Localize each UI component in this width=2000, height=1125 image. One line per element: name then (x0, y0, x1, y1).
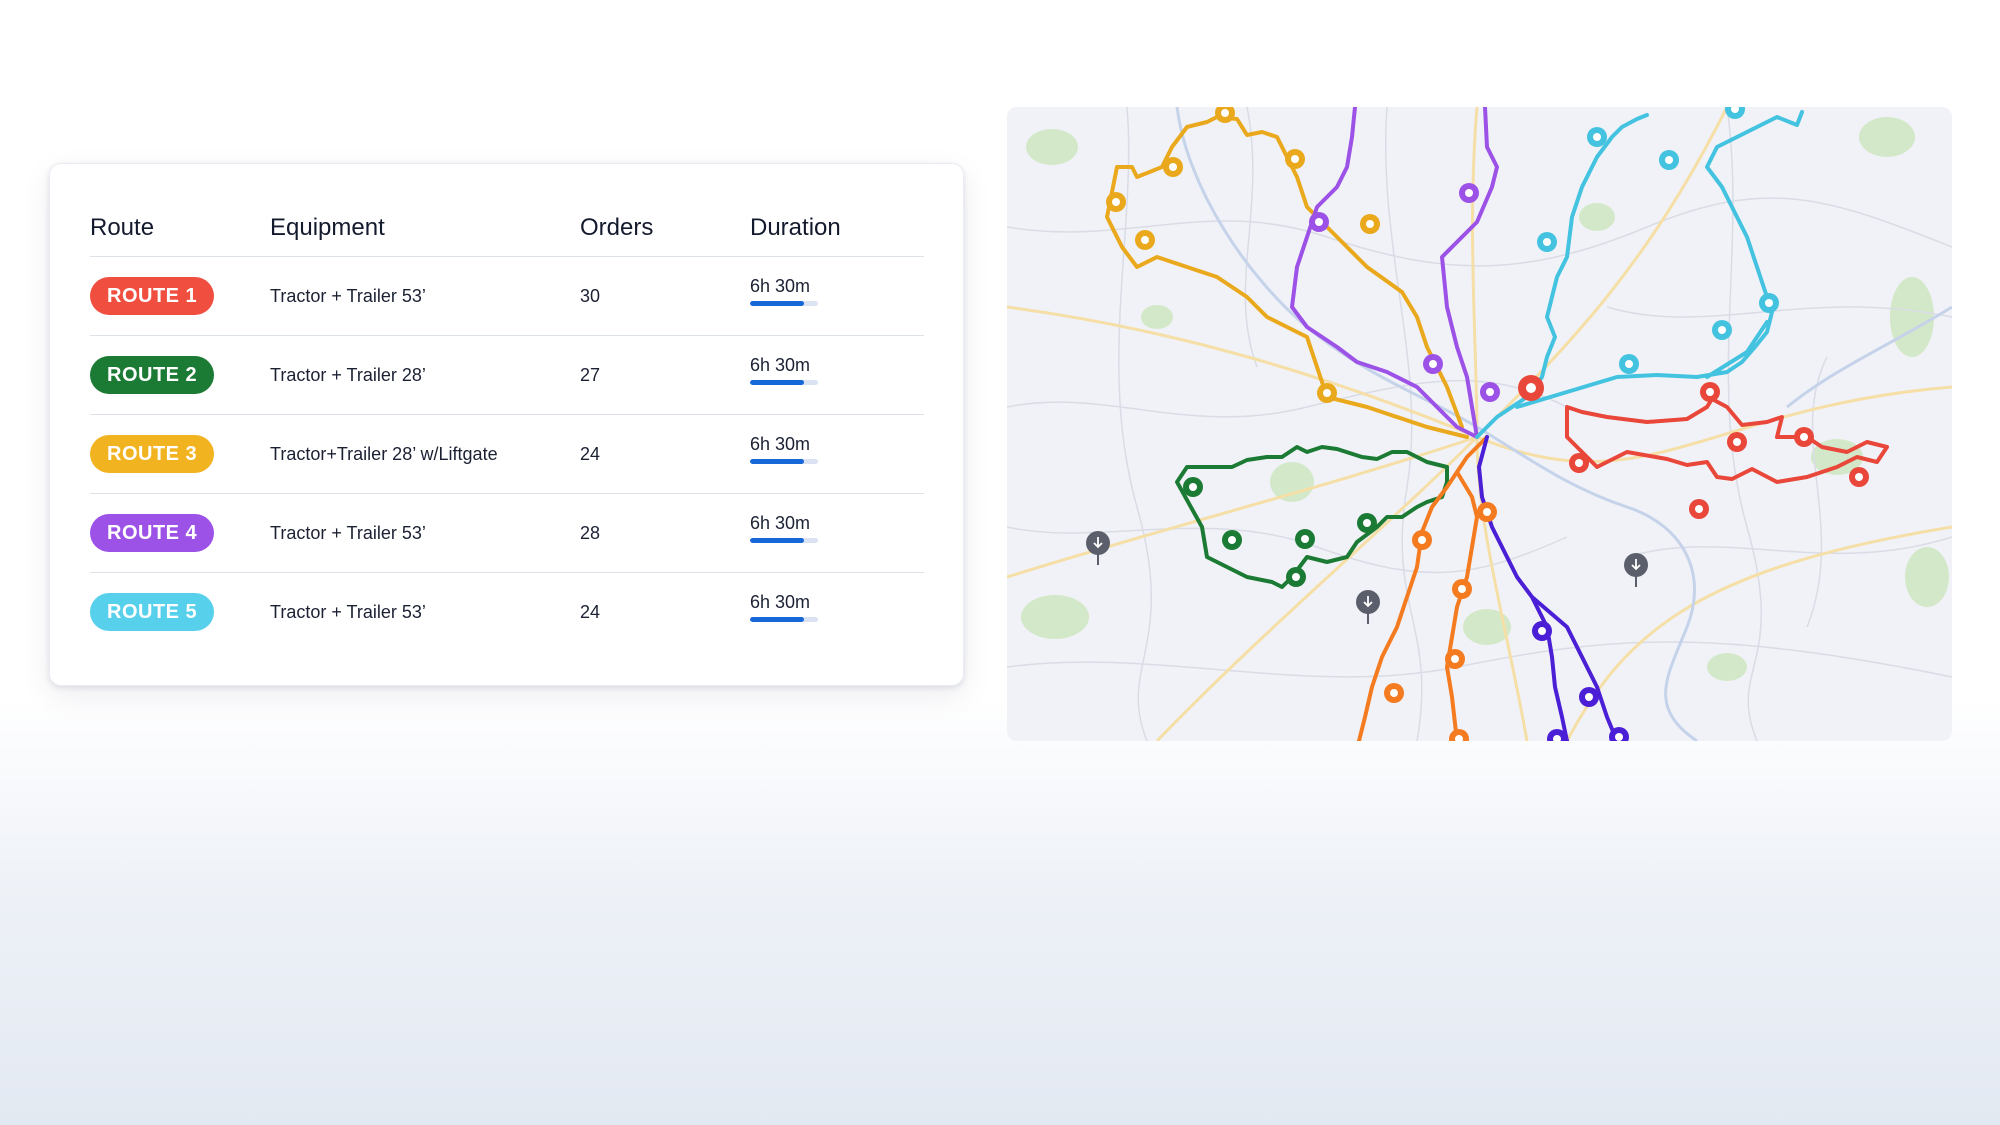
route-badge[interactable]: ROUTE 5 (90, 593, 215, 631)
route-badge[interactable]: ROUTE 3 (90, 435, 215, 473)
duration-bar-fill (750, 616, 805, 622)
orders-cell: 27 (580, 364, 601, 385)
duration-bar-fill (750, 300, 805, 306)
duration-bar (750, 537, 818, 543)
equipment-cell: Tractor+Trailer 28’ w/Liftgate (270, 443, 498, 464)
duration-bar-fill (750, 537, 805, 543)
route-badge[interactable]: ROUTE 4 (90, 514, 215, 552)
header-equipment: Equipment (270, 214, 385, 241)
equipment-cell: Tractor + Trailer 53’ (270, 601, 426, 622)
table-row[interactable]: ROUTE 1 Tractor + Trailer 53’ 30 6h 30m (90, 257, 924, 336)
duration-text: 6h 30m (750, 354, 811, 375)
duration-text: 6h 30m (750, 275, 811, 296)
duration-bar (750, 300, 818, 306)
duration-text: 6h 30m (750, 433, 811, 454)
header-route: Route (90, 214, 155, 241)
duration-bar (750, 458, 818, 464)
route-map-canvas[interactable] (1007, 107, 1952, 741)
route-badge[interactable]: ROUTE 2 (90, 356, 215, 394)
orders-cell: 30 (580, 285, 601, 306)
duration-bar (750, 379, 818, 385)
equipment-cell: Tractor + Trailer 53’ (270, 522, 426, 543)
duration-text: 6h 30m (750, 512, 811, 533)
duration-text: 6h 30m (750, 591, 811, 612)
duration-cell: 6h 30m (750, 592, 818, 622)
route-map[interactable] (1007, 107, 1952, 741)
orders-cell: 24 (580, 443, 601, 464)
equipment-cell: Tractor + Trailer 53’ (270, 285, 426, 306)
header-duration: Duration (750, 214, 841, 241)
equipment-cell: Tractor + Trailer 28’ (270, 364, 426, 385)
orders-cell: 28 (580, 522, 601, 543)
duration-cell: 6h 30m (750, 355, 818, 385)
duration-cell: 6h 30m (750, 276, 818, 306)
header-orders: Orders (580, 214, 654, 241)
table-row[interactable]: ROUTE 4 Tractor + Trailer 53’ 28 6h 30m (90, 494, 924, 573)
orders-cell: 24 (580, 601, 601, 622)
duration-bar-fill (750, 379, 805, 385)
table-row[interactable]: ROUTE 5 Tractor + Trailer 53’ 24 6h 30m (90, 573, 924, 651)
routes-card: Route Equipment Orders Duration ROUTE 1 … (49, 163, 964, 686)
duration-cell: 6h 30m (750, 513, 818, 543)
duration-cell: 6h 30m (750, 434, 818, 464)
routes-table: Route Equipment Orders Duration ROUTE 1 … (90, 200, 924, 651)
table-row[interactable]: ROUTE 2 Tractor + Trailer 28’ 27 6h 30m (90, 336, 924, 415)
table-row[interactable]: ROUTE 3 Tractor+Trailer 28’ w/Liftgate 2… (90, 415, 924, 494)
route-badge[interactable]: ROUTE 1 (90, 277, 215, 315)
table-header: Route Equipment Orders Duration (90, 200, 924, 257)
duration-bar (750, 616, 818, 622)
duration-bar-fill (750, 458, 805, 464)
